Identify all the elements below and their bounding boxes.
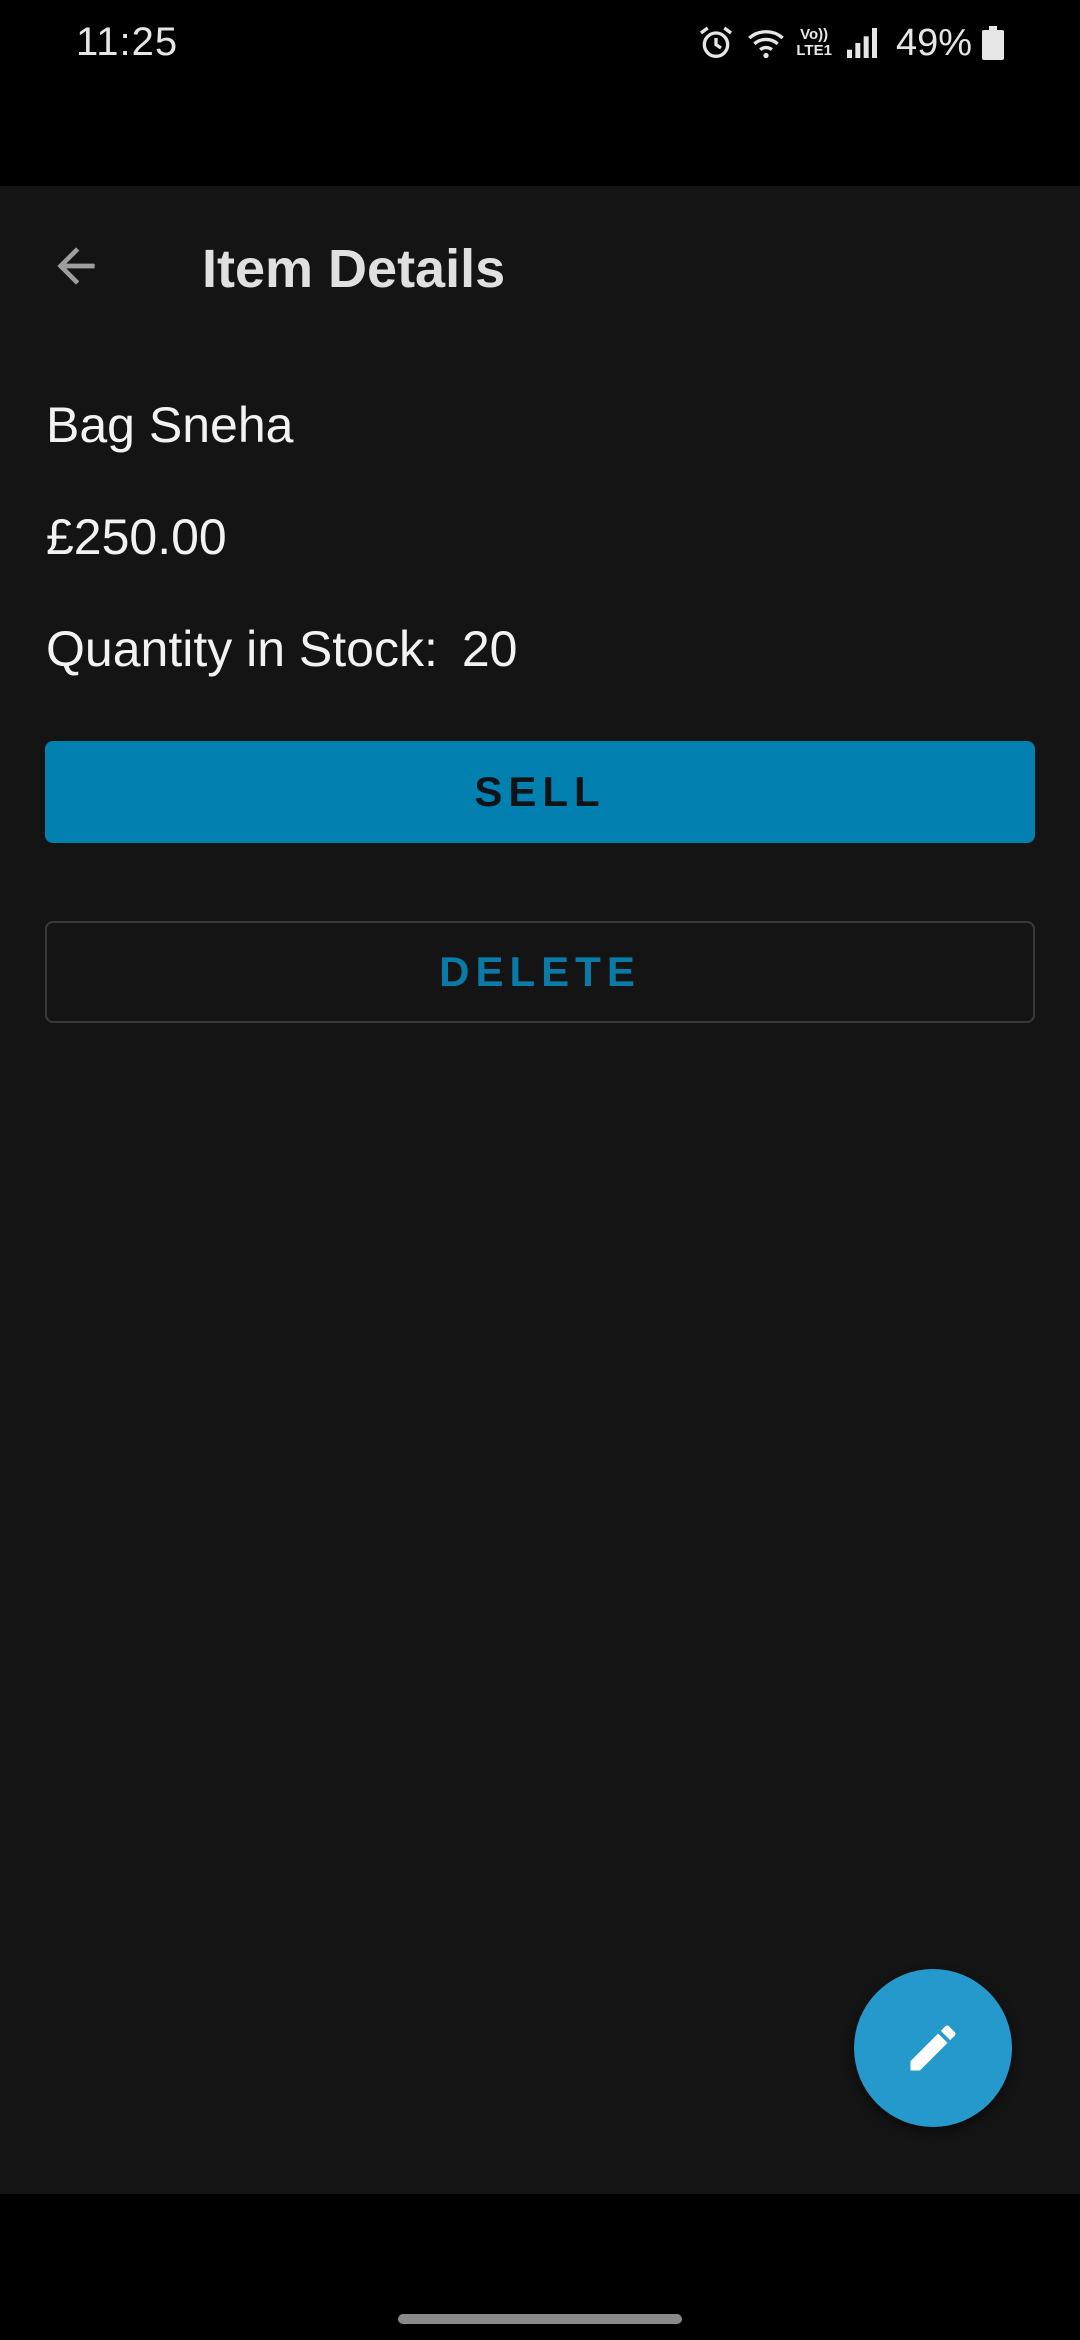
delete-button[interactable]: DELETE: [45, 921, 1035, 1023]
navigation-bar: [0, 2194, 1080, 2340]
status-bar: 11:25 Vo)) LTE1 49%: [0, 0, 1080, 186]
item-price: £250.00: [46, 509, 227, 565]
volte-icon: Vo)) LTE1: [796, 27, 832, 59]
alarm-icon: [696, 23, 736, 63]
signal-icon: [842, 23, 882, 63]
home-indicator[interactable]: [398, 2314, 682, 2324]
item-details-screen: Item Details Bag Sneha £250.00 Quantity …: [0, 186, 1080, 2194]
status-icons: Vo)) LTE1 49%: [696, 18, 1004, 68]
toolbar: Item Details: [0, 186, 1080, 346]
stock-label: Quantity in Stock:: [46, 621, 438, 677]
back-button[interactable]: [36, 226, 116, 306]
battery-icon: [982, 26, 1004, 60]
edit-fab-button[interactable]: [854, 1969, 1012, 2127]
sell-button[interactable]: SELL: [45, 741, 1035, 843]
network-top-label: Vo)): [800, 26, 829, 43]
arrow-back-icon: [57, 247, 95, 285]
status-time: 11:25: [76, 20, 179, 64]
item-name: Bag Sneha: [46, 397, 294, 453]
battery-percent: 49%: [895, 21, 972, 64]
network-bottom-label: LTE1: [796, 42, 832, 59]
page-title: Item Details: [202, 239, 506, 299]
stock-value: 20: [461, 621, 518, 677]
stock-row: Quantity in Stock: 20: [46, 620, 517, 678]
edit-pencil-icon: [910, 2025, 956, 2071]
wifi-icon: [746, 23, 786, 63]
